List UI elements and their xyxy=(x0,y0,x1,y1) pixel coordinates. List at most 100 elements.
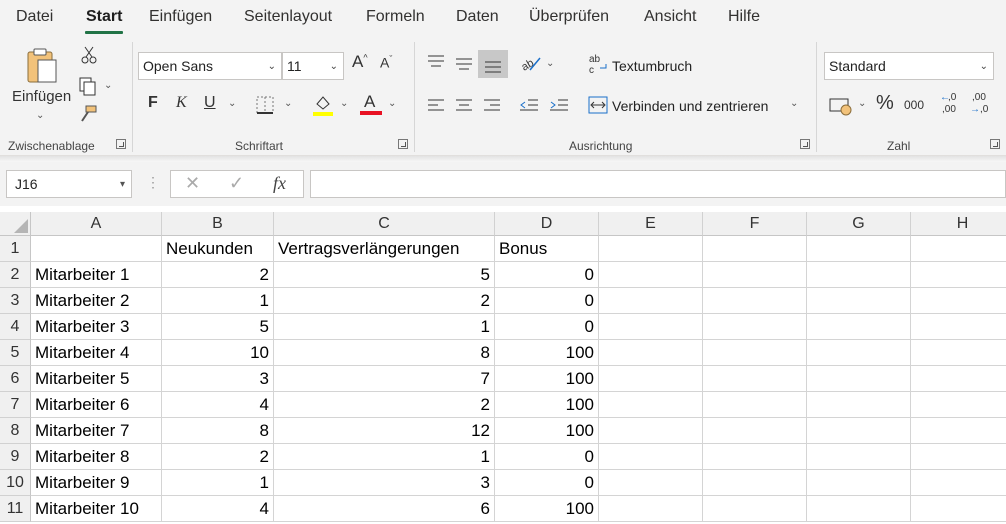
increase-indent-icon[interactable] xyxy=(548,98,570,114)
cell-c6[interactable]: 7 xyxy=(274,366,495,392)
select-all-button[interactable] xyxy=(0,212,31,236)
cell-e3[interactable] xyxy=(599,288,703,314)
fill-color-icon[interactable] xyxy=(312,94,334,116)
cell-d5[interactable]: 100 xyxy=(495,340,599,366)
cell-h10[interactable] xyxy=(911,470,1006,496)
dialog-launcher-icon[interactable] xyxy=(398,139,408,149)
cancel-icon[interactable]: ✕ xyxy=(185,173,200,194)
cell-e11[interactable] xyxy=(599,496,703,522)
column-header-f[interactable]: F xyxy=(703,212,807,236)
chevron-down-icon[interactable]: ⌄ xyxy=(228,98,236,109)
cell-d2[interactable]: 0 xyxy=(495,262,599,288)
cell-a5[interactable]: Mitarbeiter 4 xyxy=(31,340,162,366)
cell-d9[interactable]: 0 xyxy=(495,444,599,470)
row-header-6[interactable]: 6 xyxy=(0,366,31,392)
cell-c11[interactable]: 6 xyxy=(274,496,495,522)
formula-input[interactable] xyxy=(310,170,1006,198)
column-header-d[interactable]: D xyxy=(495,212,599,236)
chevron-down-icon[interactable]: ⌄ xyxy=(388,98,396,109)
row-header-1[interactable]: 1 xyxy=(0,236,31,262)
cell-d10[interactable]: 0 xyxy=(495,470,599,496)
percent-style-button[interactable]: % xyxy=(876,92,894,115)
drag-handle-icon[interactable]: ⋮ xyxy=(146,174,160,191)
cell-b8[interactable]: 8 xyxy=(162,418,274,444)
cell-f4[interactable] xyxy=(703,314,807,340)
cell-a11[interactable]: Mitarbeiter 10 xyxy=(31,496,162,522)
cell-f9[interactable] xyxy=(703,444,807,470)
font-size-select[interactable]: 11 ⌄ xyxy=(282,52,344,80)
increase-decimal-icon[interactable]: ← ,0 ,00 xyxy=(940,92,964,118)
cell-e6[interactable] xyxy=(599,366,703,392)
cell-h4[interactable] xyxy=(911,314,1006,340)
cell-f5[interactable] xyxy=(703,340,807,366)
cell-f1[interactable] xyxy=(703,236,807,262)
cell-c10[interactable]: 3 xyxy=(274,470,495,496)
cell-b4[interactable]: 5 xyxy=(162,314,274,340)
cell-f11[interactable] xyxy=(703,496,807,522)
cell-a10[interactable]: Mitarbeiter 9 xyxy=(31,470,162,496)
cell-h11[interactable] xyxy=(911,496,1006,522)
increase-font-size-icon[interactable]: A^ xyxy=(352,52,368,72)
cell-a2[interactable]: Mitarbeiter 1 xyxy=(31,262,162,288)
row-header-2[interactable]: 2 xyxy=(0,262,31,288)
align-bottom-button[interactable] xyxy=(478,50,508,78)
column-header-g[interactable]: G xyxy=(807,212,911,236)
cell-f7[interactable] xyxy=(703,392,807,418)
cell-h8[interactable] xyxy=(911,418,1006,444)
cell-a1[interactable] xyxy=(31,236,162,262)
tab-datei[interactable]: Datei xyxy=(16,8,53,26)
chevron-down-icon[interactable]: ⌄ xyxy=(546,58,554,69)
cell-c1[interactable]: Vertragsverlängerungen xyxy=(274,236,495,262)
cell-f3[interactable] xyxy=(703,288,807,314)
thousands-separator-button[interactable]: 000 xyxy=(904,98,924,112)
cell-f6[interactable] xyxy=(703,366,807,392)
font-color-icon[interactable]: A xyxy=(360,92,382,116)
cell-b7[interactable]: 4 xyxy=(162,392,274,418)
tab-daten[interactable]: Daten xyxy=(456,8,499,26)
cell-f2[interactable] xyxy=(703,262,807,288)
cell-b6[interactable]: 3 xyxy=(162,366,274,392)
wrap-text-icon[interactable]: ab c xyxy=(588,54,610,74)
cell-d3[interactable]: 0 xyxy=(495,288,599,314)
cell-b10[interactable]: 1 xyxy=(162,470,274,496)
column-header-b[interactable]: B xyxy=(162,212,274,236)
chevron-down-icon[interactable]: ⌄ xyxy=(858,98,866,109)
cell-g8[interactable] xyxy=(807,418,911,444)
cell-h5[interactable] xyxy=(911,340,1006,366)
cell-h9[interactable] xyxy=(911,444,1006,470)
tab-ueberpruefen[interactable]: Überprüfen xyxy=(529,8,609,26)
row-header-10[interactable]: 10 xyxy=(0,470,31,496)
cell-d6[interactable]: 100 xyxy=(495,366,599,392)
cell-g9[interactable] xyxy=(807,444,911,470)
wrap-text-button[interactable]: Textumbruch xyxy=(612,58,692,74)
column-header-e[interactable]: E xyxy=(599,212,703,236)
cell-b5[interactable]: 10 xyxy=(162,340,274,366)
cell-e10[interactable] xyxy=(599,470,703,496)
row-header-7[interactable]: 7 xyxy=(0,392,31,418)
cell-b11[interactable]: 4 xyxy=(162,496,274,522)
tab-start[interactable]: Start xyxy=(86,8,122,26)
cell-c4[interactable]: 1 xyxy=(274,314,495,340)
tab-seitenlayout[interactable]: Seitenlayout xyxy=(244,8,332,26)
cell-h3[interactable] xyxy=(911,288,1006,314)
cell-c7[interactable]: 2 xyxy=(274,392,495,418)
cell-c9[interactable]: 1 xyxy=(274,444,495,470)
cell-h7[interactable] xyxy=(911,392,1006,418)
orientation-icon[interactable]: ab xyxy=(520,52,544,74)
chevron-down-icon[interactable]: ⌄ xyxy=(284,98,292,109)
cell-e4[interactable] xyxy=(599,314,703,340)
column-header-h[interactable]: H xyxy=(911,212,1006,236)
cell-g1[interactable] xyxy=(807,236,911,262)
cell-e9[interactable] xyxy=(599,444,703,470)
cell-h6[interactable] xyxy=(911,366,1006,392)
italic-icon[interactable]: K xyxy=(176,94,187,112)
cell-b3[interactable]: 1 xyxy=(162,288,274,314)
cell-a9[interactable]: Mitarbeiter 8 xyxy=(31,444,162,470)
accounting-format-icon[interactable] xyxy=(828,96,854,116)
cell-a8[interactable]: Mitarbeiter 7 xyxy=(31,418,162,444)
cell-d1[interactable]: Bonus xyxy=(495,236,599,262)
cell-a6[interactable]: Mitarbeiter 5 xyxy=(31,366,162,392)
cell-e1[interactable] xyxy=(599,236,703,262)
number-format-select[interactable]: Standard ⌄ xyxy=(824,52,994,80)
cell-g7[interactable] xyxy=(807,392,911,418)
